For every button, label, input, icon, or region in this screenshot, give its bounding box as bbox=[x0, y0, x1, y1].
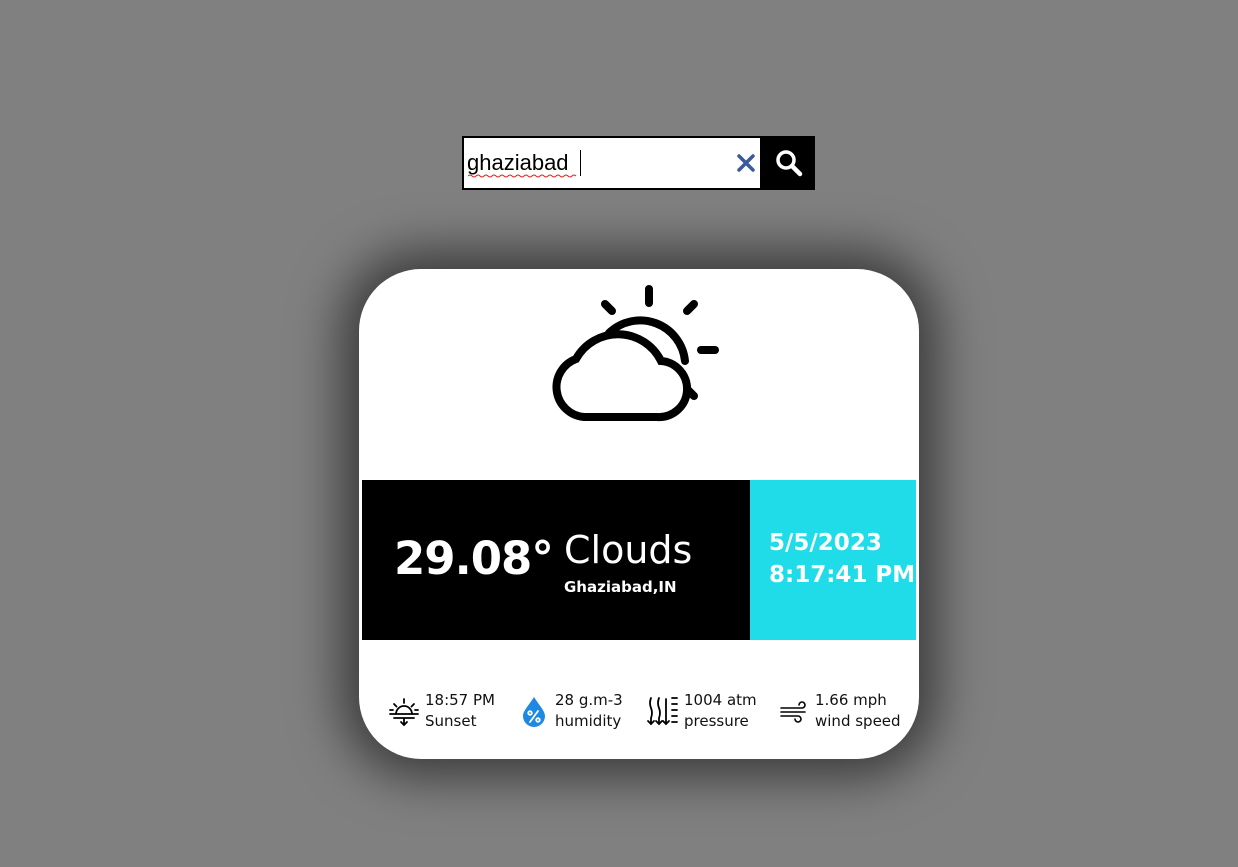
stat-wind-value: 1.66 mph bbox=[815, 691, 887, 709]
stat-pressure-label: pressure bbox=[684, 712, 749, 730]
wind-icon bbox=[777, 694, 811, 728]
datetime-panel: 5/5/2023 8:17:41 PM bbox=[750, 480, 916, 640]
search-button[interactable] bbox=[762, 136, 815, 190]
page: 29.08° Clouds Ghaziabad,IN 5/5/2023 8:17… bbox=[0, 0, 1238, 867]
weather-stats: 18:57 PM Sunset 28 g.m-3 humidity 1004 a… bbox=[359, 689, 919, 733]
humidity-icon bbox=[517, 694, 551, 728]
stat-pressure-text: 1004 atm pressure bbox=[684, 690, 757, 732]
search-icon bbox=[775, 150, 802, 177]
stat-humidity: 28 g.m-3 humidity bbox=[517, 689, 623, 733]
date: 5/5/2023 bbox=[769, 530, 882, 556]
stat-sunset: 18:57 PM Sunset bbox=[387, 689, 495, 733]
stat-pressure: 1004 atm pressure bbox=[646, 689, 757, 733]
weather-condition: Clouds bbox=[564, 528, 693, 572]
stat-sunset-label: Sunset bbox=[425, 712, 477, 730]
stat-wind: 1.66 mph wind speed bbox=[777, 689, 901, 733]
stat-humidity-label: humidity bbox=[555, 712, 622, 730]
stat-wind-text: 1.66 mph wind speed bbox=[815, 690, 901, 732]
weather-info-band: 29.08° Clouds Ghaziabad,IN 5/5/2023 8:17… bbox=[362, 480, 916, 640]
location: Ghaziabad,IN bbox=[564, 578, 677, 596]
pressure-icon bbox=[646, 694, 680, 728]
search-input-wrapper bbox=[462, 136, 762, 190]
close-icon[interactable] bbox=[734, 151, 758, 175]
stat-wind-label: wind speed bbox=[815, 712, 901, 730]
partly-cloudy-icon bbox=[552, 285, 719, 422]
weather-main-panel: 29.08° Clouds Ghaziabad,IN bbox=[362, 480, 750, 640]
stat-sunset-text: 18:57 PM Sunset bbox=[425, 690, 495, 732]
time: 8:17:41 PM bbox=[769, 562, 916, 588]
search-bar bbox=[462, 136, 815, 190]
search-input[interactable] bbox=[464, 138, 724, 188]
weather-card: 29.08° Clouds Ghaziabad,IN 5/5/2023 8:17… bbox=[359, 269, 919, 759]
stat-humidity-text: 28 g.m-3 humidity bbox=[555, 690, 623, 732]
stat-pressure-value: 1004 atm bbox=[684, 691, 757, 709]
stat-humidity-value: 28 g.m-3 bbox=[555, 691, 623, 709]
text-caret bbox=[580, 150, 581, 176]
temperature: 29.08° bbox=[394, 532, 554, 585]
stat-sunset-value: 18:57 PM bbox=[425, 691, 495, 709]
sunset-icon bbox=[387, 694, 421, 728]
